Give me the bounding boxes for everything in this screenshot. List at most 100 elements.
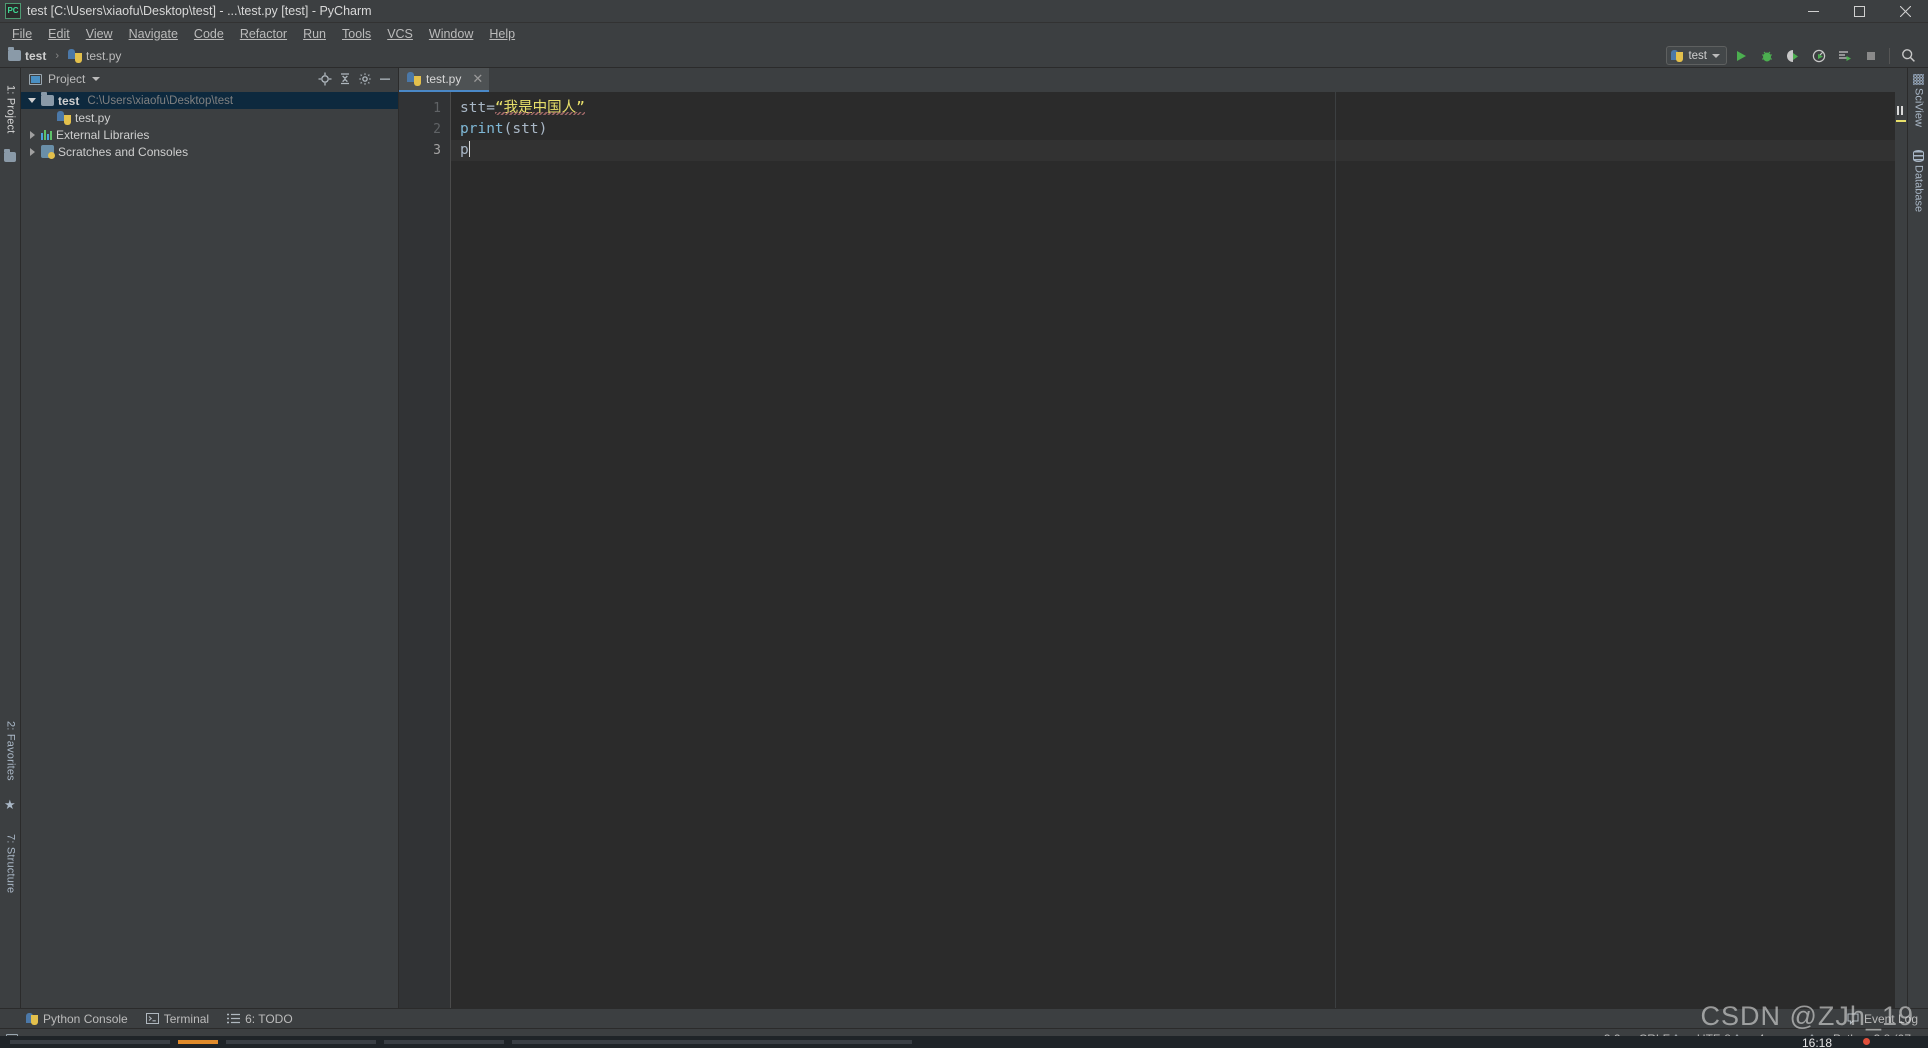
menu-code[interactable]: Code — [186, 25, 232, 43]
taskbar-item[interactable] — [10, 1040, 170, 1044]
editor-tab-testpy[interactable]: test.py ✕ — [399, 68, 490, 92]
project-panel-header: Project — [21, 68, 398, 90]
chevron-down-icon[interactable] — [92, 77, 101, 81]
breadcrumb: test › test.py — [8, 47, 121, 63]
menu-refactor[interactable]: Refactor — [232, 25, 295, 43]
run-configuration-selector[interactable]: test — [1666, 46, 1727, 65]
notification-dot — [1863, 1038, 1870, 1045]
search-everywhere-button[interactable] — [1896, 45, 1920, 67]
menu-run[interactable]: Run — [295, 25, 334, 43]
chevron-right-icon[interactable] — [27, 131, 37, 139]
line-number-gutter: 1 2 3 — [399, 92, 451, 1008]
line-number: 2 — [433, 122, 441, 137]
maximize-button[interactable] — [1836, 0, 1882, 22]
menu-view[interactable]: View — [78, 25, 121, 43]
left-tool-strip: 1: Project 2: Favorites ★ 7: Structure — [0, 68, 21, 1008]
coverage-icon — [1787, 49, 1798, 62]
todo-list-icon — [227, 1013, 241, 1024]
breadcrumb-item-test[interactable]: test — [25, 49, 46, 63]
tree-item-scratches-and-consoles[interactable]: Scratches and Consoles — [21, 143, 398, 160]
database-icon — [1913, 150, 1924, 162]
editor-tab-label: test.py — [426, 72, 462, 86]
run-console-icon — [1839, 50, 1851, 61]
stop-button[interactable] — [1859, 45, 1883, 67]
project-tree[interactable]: test C:\Users\xiaofu\Desktop\test test.p… — [21, 90, 398, 1008]
search-icon — [1901, 49, 1915, 62]
taskbar-item[interactable] — [512, 1040, 912, 1044]
collapse-all-button[interactable] — [336, 70, 354, 88]
locate-file-button[interactable] — [316, 70, 334, 88]
menu-tools[interactable]: Tools — [334, 25, 379, 43]
tree-item-label: test.py — [75, 110, 111, 125]
run-button[interactable] — [1729, 45, 1753, 67]
project-tool-window: Project test C:\Users\xiaofu\Desktop\tes… — [21, 68, 399, 1008]
sidebar-item-sciview[interactable]: SciView — [1908, 74, 1928, 127]
editor-tab-bar: test.py ✕ — [399, 68, 1907, 92]
sidebar-item-project[interactable]: 1: Project — [0, 72, 21, 146]
event-log-button[interactable]: Event Log — [1847, 1012, 1928, 1026]
chevron-right-icon[interactable] — [27, 148, 37, 156]
profiler-icon — [1812, 49, 1826, 62]
debug-button[interactable] — [1755, 45, 1779, 67]
sidebar-item-favorites[interactable]: 2: Favorites — [0, 708, 21, 794]
taskbar-item[interactable] — [384, 1040, 504, 1044]
code-content[interactable]: stt=“我是中国人” print(stt) p — [451, 92, 1895, 1008]
code-line-2[interactable]: print(stt) — [451, 119, 1895, 140]
tool-button-label: Terminal — [163, 1011, 210, 1026]
tool-window-label-database: Database — [1912, 165, 1925, 213]
profile-button[interactable] — [1807, 45, 1831, 67]
tool-button-terminal[interactable]: Terminal — [145, 1011, 210, 1026]
warning-marker — [1896, 120, 1906, 122]
code-editor[interactable]: 1 2 3 stt=“我是中国人” print(stt) p — [399, 92, 1907, 1008]
sidebar-item-database[interactable]: Database — [1908, 150, 1928, 212]
navigation-bar: test › test.py test — [0, 44, 1928, 68]
sidebar-item-structure[interactable]: 7: Structure — [0, 818, 21, 910]
star-icon: ★ — [4, 797, 16, 812]
run-with-console-button[interactable] — [1833, 45, 1857, 67]
python-file-icon — [407, 72, 421, 86]
main-area: 1: Project 2: Favorites ★ 7: Structure P… — [0, 68, 1928, 1008]
terminal-icon — [145, 1013, 159, 1024]
window-title: test [C:\Users\xiaofu\Desktop\test] - ..… — [27, 4, 372, 18]
maximize-icon — [1853, 5, 1865, 17]
pycharm-app-icon: PC — [5, 3, 21, 19]
chevron-down-icon[interactable] — [27, 98, 37, 103]
code-token: (stt) — [503, 121, 548, 137]
menu-window[interactable]: Window — [421, 25, 481, 43]
python-file-icon — [57, 110, 71, 125]
menu-file[interactable]: File — [4, 25, 40, 43]
project-panel-toolbar — [316, 70, 394, 88]
settings-button[interactable] — [356, 70, 374, 88]
menu-vcs[interactable]: VCS — [379, 25, 421, 43]
text-caret — [468, 141, 471, 157]
debug-bug-icon — [1762, 51, 1772, 61]
tree-item-external-libraries[interactable]: External Libraries — [21, 126, 398, 143]
code-line-3[interactable]: p — [451, 140, 1895, 161]
code-token: stt — [460, 100, 487, 116]
tool-button-label: Python Console — [43, 1011, 128, 1026]
code-line-1[interactable]: stt=“我是中国人” — [451, 98, 1895, 119]
title-bar: PC test [C:\Users\xiaofu\Desktop\test] -… — [0, 0, 1928, 23]
taskbar-item-active[interactable] — [178, 1040, 218, 1044]
breadcrumb-item-testpy[interactable]: test.py — [86, 49, 121, 63]
taskbar-item[interactable] — [226, 1040, 376, 1044]
menu-help[interactable]: Help — [481, 25, 523, 43]
tool-button-python-console[interactable]: Python Console — [26, 1012, 128, 1026]
main-toolbar: test — [1666, 45, 1928, 67]
right-tool-strip: SciView Database — [1907, 68, 1928, 1008]
tree-item-test-root[interactable]: test C:\Users\xiaofu\Desktop\test — [21, 92, 398, 109]
hide-panel-button[interactable] — [376, 70, 394, 88]
event-log-label: Event Log — [1863, 1011, 1918, 1026]
minimize-button[interactable] — [1790, 0, 1836, 22]
editor-marker-strip[interactable] — [1895, 92, 1907, 1008]
menu-navigate[interactable]: Navigate — [121, 25, 186, 43]
stop-icon — [1867, 51, 1875, 60]
tool-button-todo[interactable]: 6: TODO — [227, 1012, 293, 1026]
breadcrumb-separator: › — [55, 49, 60, 62]
close-button[interactable] — [1882, 0, 1928, 22]
close-icon[interactable]: ✕ — [472, 71, 483, 87]
run-with-coverage-button[interactable] — [1781, 45, 1805, 67]
tree-item-testpy[interactable]: test.py — [21, 109, 398, 126]
window-controls — [1790, 0, 1928, 22]
menu-edit[interactable]: Edit — [40, 25, 78, 43]
